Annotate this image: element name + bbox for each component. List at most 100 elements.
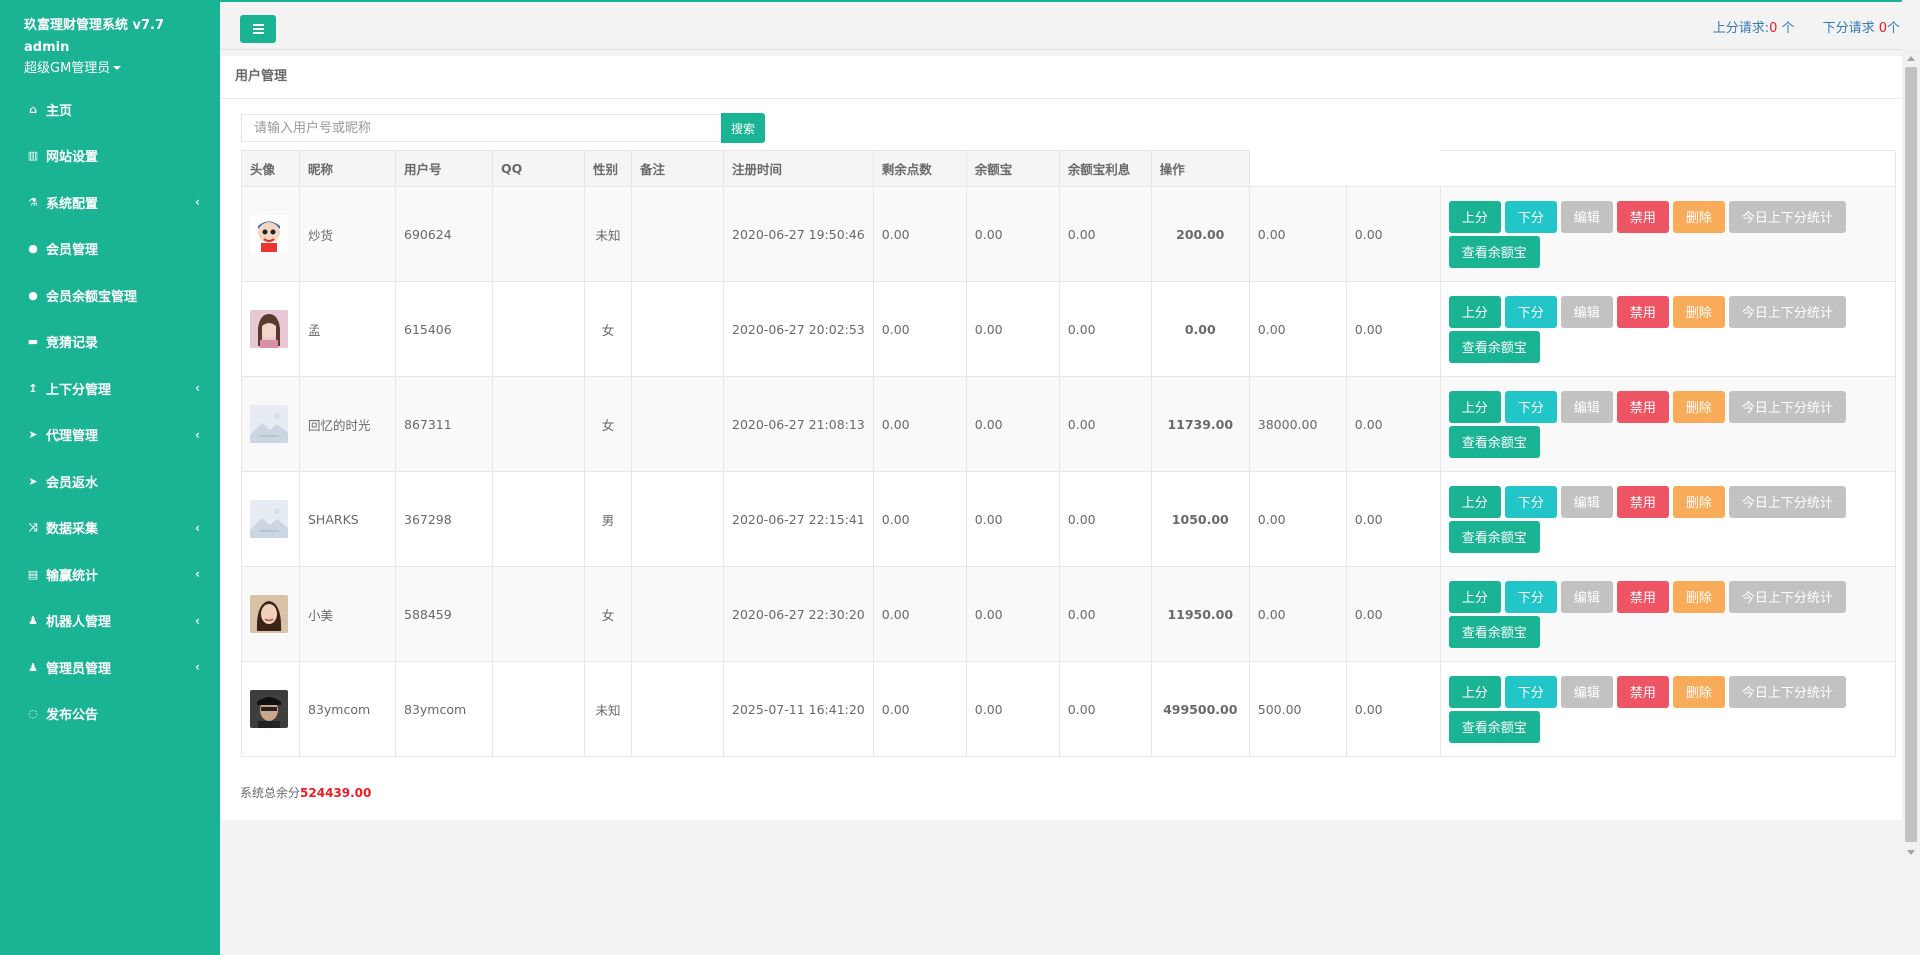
ban-button[interactable]: 禁用 <box>1616 485 1669 518</box>
sidebar-item[interactable]: ♟ 机器人管理 ‹ <box>0 598 220 645</box>
today-stats-button[interactable]: 今日上下分统计 <box>1728 390 1846 423</box>
ban-button[interactable]: 禁用 <box>1616 390 1669 423</box>
balance-treasure-cell: 0.00 <box>965 186 1060 282</box>
sidebar-item[interactable]: ● 会员余额宝管理 <box>0 272 220 319</box>
request-counters: 上分请求:0 个 下分请求 0个 <box>1713 17 1902 36</box>
today-stats-button[interactable]: 今日上下分统计 <box>1728 200 1846 233</box>
edit-button[interactable]: 编辑 <box>1560 675 1613 708</box>
ban-button[interactable]: 禁用 <box>1616 580 1669 613</box>
down-score-button[interactable]: 下分 <box>1504 485 1557 518</box>
sidebar-item[interactable]: ♟ 管理员管理 ‹ <box>0 644 220 691</box>
note-cell <box>631 566 724 662</box>
view-balance-button[interactable]: 查看余额宝 <box>1448 425 1540 458</box>
paper-plane-icon: ➤ <box>28 428 38 442</box>
table-row: 小美 588459 女 2020-06-27 22:30:20 0.00 0.00 0.00… <box>241 566 1896 662</box>
view-balance-button[interactable]: 查看余额宝 <box>1448 615 1540 648</box>
down-score-button[interactable]: 下分 <box>1504 390 1557 423</box>
delete-button[interactable]: 删除 <box>1672 295 1725 328</box>
sidebar-item[interactable]: ▥ 网站设置 <box>0 133 220 180</box>
balance-interest-cell: 0.00 <box>1058 566 1152 662</box>
page-scrollbar[interactable] <box>1902 50 1920 860</box>
ban-button[interactable]: 禁用 <box>1616 675 1669 708</box>
balance-treasure-cell: 0.00 <box>965 471 1060 567</box>
action-buttons: 上分 下分 编辑 禁用 删除 今日上下分统计查看余额宝 <box>1448 485 1869 553</box>
view-balance-button[interactable]: 查看余额宝 <box>1448 520 1540 553</box>
sidebar-item-label: 主页 <box>46 103 73 119</box>
table-row: 83ymcom 83ymcom 未知 2025-07-11 16:41:20 0.00 0… <box>241 661 1896 757</box>
sidebar-item[interactable]: ◌ 发布公告 <box>0 691 220 738</box>
today-stats-button[interactable]: 今日上下分统计 <box>1728 485 1846 518</box>
sidebar-item[interactable]: ▤ 输赢统计 ‹ <box>0 551 220 598</box>
role-label: 超级GM管理员 <box>24 61 111 76</box>
delete-button[interactable]: 删除 <box>1672 200 1725 233</box>
up-score-button[interactable]: 上分 <box>1448 485 1501 518</box>
up-score-button[interactable]: 上分 <box>1448 295 1501 328</box>
nickname-cell: SHARKS <box>299 471 396 567</box>
down-score-button[interactable]: 下分 <box>1504 675 1557 708</box>
col-header: 备注 <box>631 150 724 187</box>
down-request-link[interactable]: 下分请求 0个 <box>1823 17 1900 36</box>
sidebar-nav: ⌂ 主页 ▥ 网站设置 ⚗ 系统配置 ‹ ● 会员管理 ● 会员余额宝管理 ▬ 竞猜记录 ↥ 上下分管理 ‹ ➤… <box>0 86 220 737</box>
gender-cell: 未知 <box>584 661 632 757</box>
today-stats-button[interactable]: 今日上下分统计 <box>1728 295 1846 328</box>
edit-button[interactable]: 编辑 <box>1560 295 1613 328</box>
ban-button[interactable]: 禁用 <box>1616 295 1669 328</box>
edit-button[interactable]: 编辑 <box>1560 580 1613 613</box>
system-total-label: 系统总余分 <box>240 786 301 800</box>
register-time-cell: 2020-06-27 21:08:13 <box>723 376 874 472</box>
delete-button[interactable]: 删除 <box>1672 675 1725 708</box>
down-score-button[interactable]: 下分 <box>1504 295 1557 328</box>
sidebar-item[interactable]: ⚗ 系统配置 ‹ <box>0 179 220 226</box>
sidebar-item[interactable]: ➤ 会员返水 <box>0 458 220 505</box>
role-dropdown[interactable]: 超级GM管理员 <box>24 57 220 76</box>
col-header: 注册时间 <box>723 150 874 187</box>
gender-cell: 未知 <box>584 186 632 282</box>
down-score-button[interactable]: 下分 <box>1504 200 1557 233</box>
chevron-left-icon: ‹ <box>195 567 200 582</box>
action-buttons: 上分 下分 编辑 禁用 删除 今日上下分统计查看余额宝 <box>1448 200 1869 268</box>
edit-button[interactable]: 编辑 <box>1560 200 1613 233</box>
up-score-button[interactable]: 上分 <box>1448 580 1501 613</box>
delete-button[interactable]: 删除 <box>1672 580 1725 613</box>
car-icon: ▬ <box>27 335 39 349</box>
table-row: 回忆的时光 867311 女 2020-06-27 21:08:13 0.00 0.00 0… <box>241 376 1896 472</box>
down-score-button[interactable]: 下分 <box>1504 580 1557 613</box>
up-score-button[interactable]: 上分 <box>1448 200 1501 233</box>
sidebar-item[interactable]: ↥ 上下分管理 ‹ <box>0 365 220 412</box>
extra-value-cell: 0.00 <box>1248 281 1347 377</box>
search-button[interactable]: 搜索 <box>721 113 765 143</box>
delete-button[interactable]: 删除 <box>1672 390 1725 423</box>
edit-button[interactable]: 编辑 <box>1560 390 1613 423</box>
search-bar: 搜索 <box>241 113 765 143</box>
scroll-down-arrow-icon[interactable] <box>1902 844 1920 860</box>
gender-cell: 女 <box>584 566 632 662</box>
menu-toggle-button[interactable] <box>240 15 276 43</box>
score-cell: 0.00 <box>1150 281 1250 377</box>
edit-button[interactable]: 编辑 <box>1560 485 1613 518</box>
view-balance-button[interactable]: 查看余额宝 <box>1448 235 1540 268</box>
sidebar-item[interactable]: ⌂ 主页 <box>0 86 220 133</box>
view-balance-button[interactable]: 查看余额宝 <box>1448 330 1540 363</box>
sidebar-item[interactable]: ➤ 代理管理 ‹ <box>0 412 220 459</box>
scroll-up-arrow-icon[interactable] <box>1902 50 1920 66</box>
paper-plane-icon: ➤ <box>28 474 38 488</box>
score-cell: 200.00 <box>1150 186 1250 282</box>
up-score-button[interactable]: 上分 <box>1448 675 1501 708</box>
note-cell <box>631 186 724 282</box>
delete-button[interactable]: 删除 <box>1672 485 1725 518</box>
extra-value-cell: 0.00 <box>1248 566 1347 662</box>
sidebar-item[interactable]: ⤨ 数据采集 ‹ <box>0 505 220 552</box>
today-stats-button[interactable]: 今日上下分统计 <box>1728 675 1846 708</box>
scroll-thumb[interactable] <box>1905 67 1917 842</box>
today-stats-button[interactable]: 今日上下分统计 <box>1728 580 1846 613</box>
sidebar-item[interactable]: ● 会员管理 <box>0 226 220 273</box>
ban-button[interactable]: 禁用 <box>1616 200 1669 233</box>
up-score-button[interactable]: 上分 <box>1448 390 1501 423</box>
view-balance-button[interactable]: 查看余额宝 <box>1448 710 1540 743</box>
search-input[interactable] <box>241 114 721 142</box>
sidebar-item[interactable]: ▬ 竞猜记录 <box>0 319 220 366</box>
sidebar-item-label: 系统配置 <box>46 196 99 212</box>
col-header-empty <box>1346 150 1441 187</box>
up-request-link[interactable]: 上分请求:0 个 <box>1713 17 1795 36</box>
actions-cell: 上分 下分 编辑 禁用 删除 今日上下分统计查看余额宝 <box>1439 186 1896 282</box>
